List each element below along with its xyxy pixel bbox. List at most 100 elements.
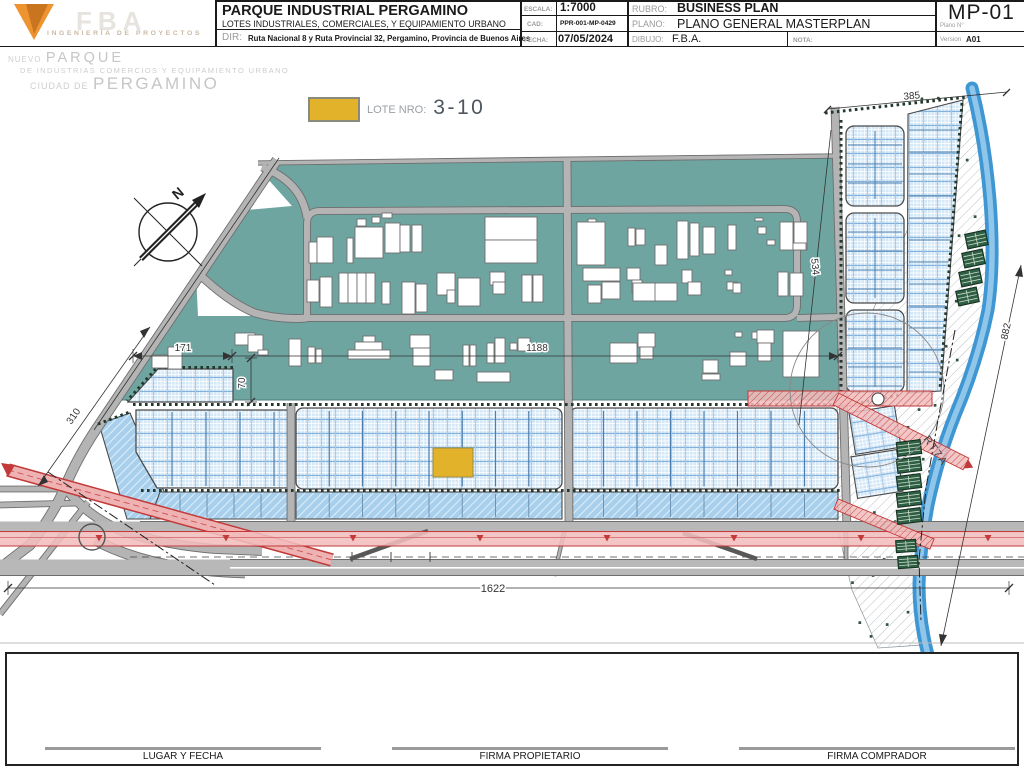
building <box>588 219 596 222</box>
plano-label: PLANO: <box>632 19 665 29</box>
building <box>495 338 505 363</box>
tree-dot <box>870 635 873 638</box>
legend-label: LOTE NRO: <box>367 104 426 116</box>
panel-group <box>898 555 919 568</box>
building <box>258 350 268 355</box>
tree-dot <box>886 623 889 626</box>
building <box>577 222 605 265</box>
building <box>308 347 315 363</box>
project-title: PARQUE INDUSTRIAL PERGAMINO <box>222 3 468 19</box>
building <box>588 285 601 303</box>
dim-label-left_diagonal: 310 <box>65 406 84 426</box>
tree-dot <box>945 345 948 348</box>
building <box>793 243 806 250</box>
building <box>688 282 701 295</box>
lot-block <box>136 410 289 488</box>
rubro-label: RUBRO: <box>632 4 667 14</box>
node-circle <box>872 393 884 405</box>
dim-label-right_road: 534 <box>808 258 821 276</box>
nota-label: NOTA: <box>793 37 813 44</box>
building <box>610 343 637 363</box>
building <box>382 282 390 304</box>
wm-nuevo: NUEVO <box>8 55 41 64</box>
logo-tagline: INGENIERÍA DE PROYECTOS <box>47 30 202 37</box>
building <box>348 273 357 303</box>
fecha-label: FECHA: <box>524 37 548 44</box>
building <box>463 345 469 366</box>
drawing-sheet: 3855348821711188703101622NRT7A FBA INGEN… <box>0 0 1024 768</box>
building <box>385 223 400 253</box>
building <box>783 331 819 377</box>
tree-dot <box>851 581 854 584</box>
signature-box: LUGAR Y FECHA FIRMA PROPIETARIO FIRMA CO… <box>5 652 1019 766</box>
building <box>382 213 392 218</box>
building <box>289 339 301 366</box>
signature-label-lugar: LUGAR Y FECHA <box>45 751 321 762</box>
building <box>357 219 366 226</box>
sheet-number-label: Plano N° <box>940 23 964 29</box>
road <box>797 317 838 318</box>
building <box>339 273 348 303</box>
building <box>757 330 774 343</box>
tree-dot <box>934 404 937 407</box>
building <box>640 347 653 359</box>
building <box>412 225 422 252</box>
road <box>0 503 78 505</box>
building <box>357 273 366 303</box>
building <box>583 268 620 281</box>
cad-value: PPR-001-MP-0429 <box>560 20 616 27</box>
building <box>690 223 699 256</box>
building <box>655 283 677 301</box>
building <box>309 242 317 263</box>
tree-dot <box>907 611 910 614</box>
building <box>485 217 537 240</box>
dim-label-bottom: 1622 <box>481 583 505 595</box>
building <box>628 228 635 246</box>
highlight-lot-yellow <box>433 448 473 477</box>
building <box>372 217 380 223</box>
building <box>470 345 476 366</box>
building <box>767 240 775 245</box>
dir-label: DIR: <box>222 32 242 43</box>
building <box>400 225 410 252</box>
building <box>522 275 532 302</box>
building <box>755 218 763 221</box>
dibujo-value: F.B.A. <box>672 33 701 45</box>
building <box>633 283 656 301</box>
lot-legend: LOTE NRO: 3-10 <box>308 97 485 122</box>
building <box>363 336 375 342</box>
title-block: FBA INGENIERÍA DE PROYECTOS PARQUE INDUS… <box>0 0 1024 47</box>
panel-group <box>896 539 917 552</box>
building <box>702 374 720 380</box>
building <box>493 282 505 294</box>
tree-dot <box>922 458 925 461</box>
sheet-code: MP-01 <box>948 1 1015 25</box>
north-label: N <box>169 184 187 203</box>
building <box>320 277 332 307</box>
legend-swatch <box>308 97 360 122</box>
building <box>790 273 803 296</box>
dir-value: Ruta Nacional 8 y Ruta Provincial 32, Pe… <box>248 34 530 43</box>
version-value: A01 <box>966 35 981 44</box>
tree-dot <box>956 359 959 362</box>
building <box>355 342 382 350</box>
tree-dot <box>918 408 921 411</box>
rubro-value: BUSINESS PLAN <box>677 1 778 15</box>
building <box>682 270 692 283</box>
building <box>730 352 746 366</box>
dim-label-river_side: 882 <box>999 322 1013 341</box>
building <box>485 240 537 263</box>
building <box>533 275 543 302</box>
building <box>487 343 494 363</box>
building <box>307 280 319 302</box>
dibujo-label: DIBUJO: <box>632 35 664 44</box>
building <box>447 290 455 303</box>
building <box>355 227 383 258</box>
building <box>638 333 655 347</box>
tree-dot <box>958 234 961 237</box>
wm-ciudad: CIUDAD DE <box>30 81 89 91</box>
building <box>602 282 620 299</box>
building <box>735 332 742 337</box>
building <box>703 360 718 373</box>
panel-group <box>896 508 922 525</box>
